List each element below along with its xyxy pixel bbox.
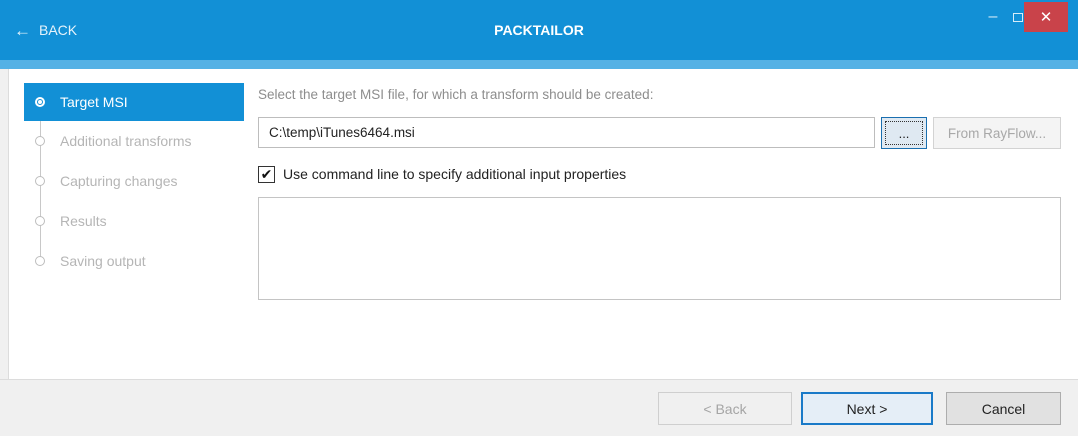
step-active-icon: [35, 97, 45, 107]
use-cmdline-label: Use command line to specify additional i…: [283, 166, 627, 182]
close-button[interactable]: ✕: [1024, 2, 1068, 32]
from-rayflow-button[interactable]: From RayFlow...: [933, 117, 1061, 149]
cmdline-properties-textarea[interactable]: [258, 197, 1061, 300]
step-circle-icon: [35, 136, 45, 146]
step-label: Results: [60, 213, 107, 229]
step-label: Target MSI: [60, 94, 128, 110]
back-arrow-icon: ←: [14, 20, 31, 40]
back-link[interactable]: ← BACK: [14, 0, 77, 60]
back-label: BACK: [39, 22, 78, 38]
app-title: PACKTAILOR: [494, 22, 584, 38]
use-cmdline-checkbox[interactable]: ✔: [258, 165, 275, 183]
cancel-button[interactable]: Cancel: [946, 392, 1061, 425]
minimize-icon: –: [988, 8, 998, 25]
step-circle-icon: [35, 256, 45, 266]
step-capturing-changes: Capturing changes: [24, 161, 244, 201]
next-button[interactable]: Next >: [801, 392, 933, 425]
minimize-button[interactable]: –: [983, 0, 1003, 34]
browse-button[interactable]: ...: [881, 117, 927, 149]
step-results: Results: [24, 201, 244, 241]
checkmark-icon: ✔: [260, 166, 273, 182]
step-additional-transforms: Additional transforms: [24, 121, 244, 161]
use-cmdline-option[interactable]: ✔ Use command line to specify additional…: [258, 163, 626, 185]
step-saving-output: Saving output: [24, 241, 244, 281]
accent-bar: [0, 60, 1078, 69]
step-label: Additional transforms: [60, 133, 192, 149]
msi-path-input[interactable]: [258, 117, 875, 148]
back-button[interactable]: < Back: [658, 392, 792, 425]
step-circle-icon: [35, 216, 45, 226]
step-label: Saving output: [60, 253, 146, 269]
instruction-text: Select the target MSI file, for which a …: [258, 87, 654, 102]
step-circle-icon: [35, 176, 45, 186]
title-bar: ← BACK PACKTAILOR – ✕: [0, 0, 1078, 60]
close-icon: ✕: [1039, 9, 1053, 26]
wizard-steps: Target MSI Additional transforms Capturi…: [24, 83, 244, 281]
step-target-msi[interactable]: Target MSI: [24, 83, 244, 121]
step-label: Capturing changes: [60, 173, 178, 189]
maximize-icon: [1013, 12, 1023, 22]
browse-label: ...: [885, 121, 923, 145]
